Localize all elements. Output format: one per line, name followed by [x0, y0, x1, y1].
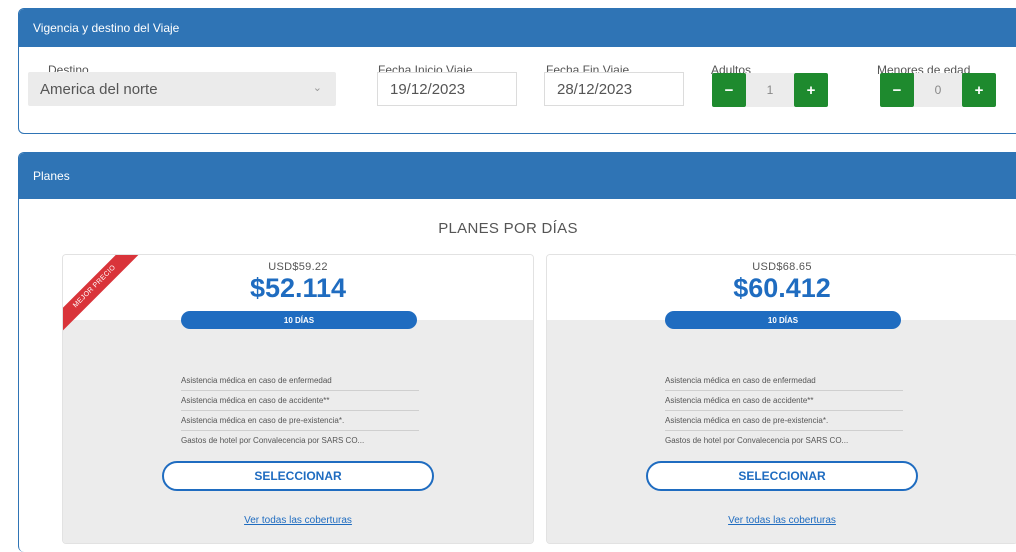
benefit-item: Asistencia médica en caso de accidente** [181, 391, 419, 411]
destination-value: America del norte [40, 80, 158, 98]
minors-plus-button[interactable]: + [962, 73, 996, 107]
benefit-item: Asistencia médica en caso de enfermedad [181, 371, 419, 391]
days-badge: 10 DÍAS [665, 311, 901, 329]
start-date-value: 19/12/2023 [390, 80, 466, 98]
plan-card: USD$68.65 $60.412 10 DÍAS Asistencia méd… [546, 254, 1016, 544]
start-date-field[interactable]: 19/12/2023 [377, 72, 517, 106]
view-coverage-link[interactable]: Ver todas las coberturas [547, 515, 1016, 526]
adults-value[interactable]: 1 [746, 73, 794, 107]
plan-price: $60.412 [733, 273, 831, 303]
usd-price: USD$59.22 [268, 261, 328, 273]
benefit-item: Gastos de hotel por Convalecencia por SA… [665, 436, 849, 445]
adults-plus-button[interactable]: + [794, 73, 828, 107]
plan-card: MEJOR PRECIO USD$59.22 $52.114 10 DÍAS A… [62, 254, 534, 544]
benefits-list: Asistencia médica en caso de enfermedad … [181, 371, 419, 450]
select-plan-button[interactable]: SELECCIONAR [646, 461, 918, 491]
minors-value[interactable]: 0 [914, 73, 962, 107]
end-date-field[interactable]: 28/12/2023 [544, 72, 684, 106]
select-plan-button[interactable]: SELECCIONAR [162, 461, 434, 491]
section-title: PLANES POR DÍAS [438, 220, 578, 237]
trip-panel: Vigencia y destino del Viaje [18, 8, 1016, 134]
minors-stepper: − 0 + [880, 73, 996, 107]
adults-stepper: − 1 + [712, 73, 828, 107]
benefit-item: Asistencia médica en caso de pre-existen… [665, 411, 903, 431]
benefit-item: Asistencia médica en caso de pre-existen… [181, 411, 419, 431]
destination-select[interactable]: America del norte ⌄ [28, 72, 336, 106]
minors-minus-button[interactable]: − [880, 73, 914, 107]
trip-panel-header: Vigencia y destino del Viaje [19, 9, 1016, 47]
days-badge: 10 DÍAS [181, 311, 417, 329]
benefit-item: Gastos de hotel por Convalecencia por SA… [181, 436, 365, 445]
benefit-item: Asistencia médica en caso de enfermedad [665, 371, 903, 391]
view-coverage-link[interactable]: Ver todas las coberturas [63, 515, 533, 526]
plan-price: $52.114 [249, 273, 347, 303]
adults-minus-button[interactable]: − [712, 73, 746, 107]
usd-price: USD$68.65 [752, 261, 812, 273]
benefits-list: Asistencia médica en caso de enfermedad … [665, 371, 903, 450]
plans-panel-header: Planes [19, 153, 1016, 199]
end-date-value: 28/12/2023 [557, 80, 633, 98]
benefit-item: Asistencia médica en caso de accidente** [665, 391, 903, 411]
chevron-down-icon: ⌄ [312, 82, 322, 94]
